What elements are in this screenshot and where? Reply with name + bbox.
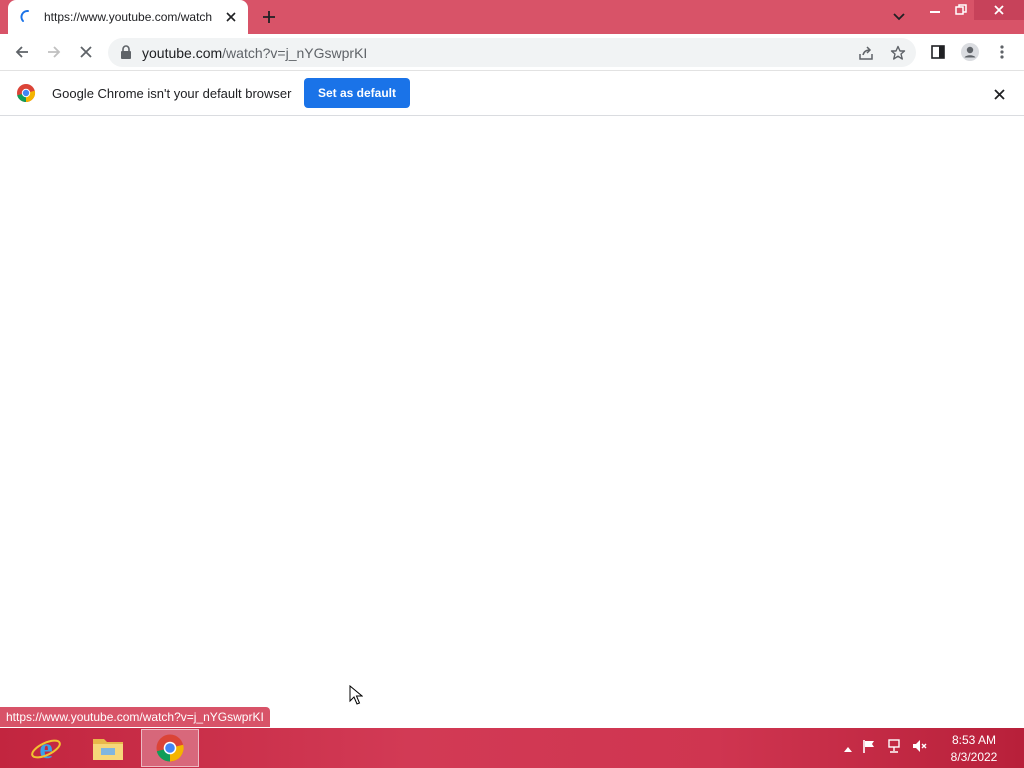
show-hidden-icons-arrow-icon[interactable] (844, 739, 852, 757)
side-panel-icon[interactable] (924, 38, 952, 66)
svg-text:e: e (39, 732, 52, 764)
file-explorer-icon[interactable] (79, 729, 137, 767)
action-center-flag-icon[interactable] (862, 739, 876, 758)
bookmark-star-icon[interactable] (888, 43, 908, 63)
chrome-logo-icon (17, 84, 36, 103)
minimize-icon[interactable] (922, 0, 948, 20)
menu-kebab-icon[interactable] (988, 38, 1016, 66)
volume-muted-icon[interactable] (912, 739, 928, 758)
forward-icon[interactable] (40, 38, 68, 66)
url-path: /watch?v=j_nYGswprKI (222, 45, 368, 61)
share-icon[interactable] (856, 43, 876, 63)
new-tab-icon[interactable] (258, 6, 280, 28)
page-content[interactable] (0, 116, 1024, 728)
restore-icon[interactable] (948, 0, 974, 20)
clock-time: 8:53 AM (951, 733, 997, 747)
browser-toolbar: youtube.com/watch?v=j_nYGswprKI (0, 34, 1024, 71)
profile-avatar-icon[interactable] (956, 38, 984, 66)
window-controls (922, 0, 1024, 20)
close-infobar-icon[interactable] (988, 83, 1010, 105)
system-clock[interactable]: 8:53 AM 8/3/2022 (942, 732, 1006, 766)
chrome-taskbar-icon[interactable] (141, 729, 199, 767)
windows-taskbar: e 8:53 AM 8/3/2022 (0, 728, 1024, 768)
close-window-icon[interactable] (974, 0, 1024, 20)
clock-date: 8/3/2022 (950, 750, 998, 764)
address-bar[interactable]: youtube.com/watch?v=j_nYGswprKI (108, 38, 916, 67)
network-icon[interactable] (886, 738, 902, 758)
set-as-default-button[interactable]: Set as default (304, 78, 410, 108)
back-icon[interactable] (8, 38, 36, 66)
url-host: youtube.com (142, 45, 223, 61)
url-text[interactable]: youtube.com/watch?v=j_nYGswprKI (142, 45, 367, 61)
mouse-cursor-icon (349, 685, 363, 705)
tab-youtube[interactable]: https://www.youtube.com/watch (8, 0, 248, 34)
tab-strip: https://www.youtube.com/watch (0, 0, 1024, 34)
tab-title: https://www.youtube.com/watch (44, 10, 213, 24)
system-tray (844, 738, 928, 758)
loading-spinner-icon (20, 10, 29, 22)
infobar-message: Google Chrome isn't your default browser (52, 86, 292, 101)
lock-icon[interactable] (120, 45, 132, 59)
internet-explorer-icon[interactable]: e (17, 729, 75, 767)
default-browser-infobar: Google Chrome isn't your default browser… (0, 71, 1024, 116)
tab-search-chevron-icon[interactable] (888, 6, 910, 28)
stop-loading-icon[interactable] (72, 38, 100, 66)
close-tab-icon[interactable] (222, 8, 240, 26)
link-status-bubble: https://www.youtube.com/watch?v=j_nYGswp… (0, 707, 270, 727)
